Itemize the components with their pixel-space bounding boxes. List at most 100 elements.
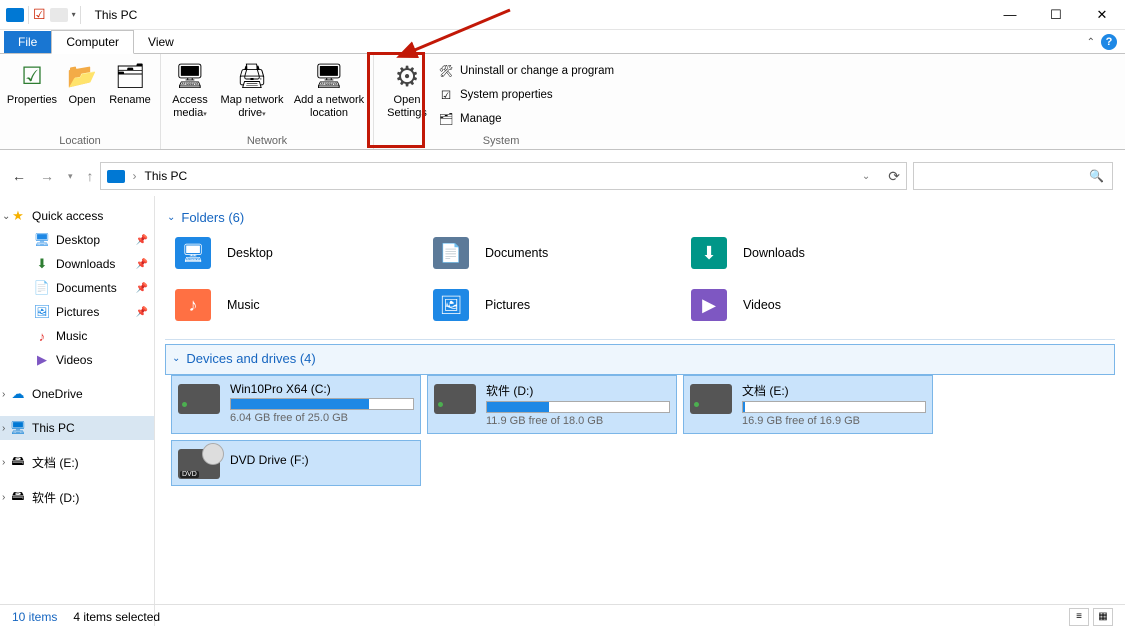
drive-icon: 🖴 <box>10 490 26 506</box>
desktop-icon: 🖥 <box>34 232 50 248</box>
nav-back-button[interactable]: ← <box>12 168 26 184</box>
nav-up-button[interactable]: ↑ <box>87 168 94 184</box>
access-media-button[interactable]: Access media▾ <box>167 56 213 135</box>
open-label: Open <box>69 94 96 107</box>
uninstall-program-button[interactable]: 🛠 Uninstall or change a program <box>438 60 614 82</box>
drive-name: Win10Pro X64 (C:) <box>230 382 414 396</box>
address-dropdown-icon[interactable]: ⌄ <box>862 171 870 182</box>
system-properties-button[interactable]: ☑ System properties <box>438 84 614 106</box>
qat-dropdown-icon[interactable]: ▾ <box>72 10 76 19</box>
pc-icon: 🖥 <box>10 420 26 436</box>
drive-name: DVD Drive (F:) <box>230 453 414 467</box>
refresh-icon[interactable]: ⟳ <box>888 168 900 185</box>
nav-recent-dropdown[interactable]: ▾ <box>68 171 73 182</box>
tab-view[interactable]: View <box>134 31 188 53</box>
ribbon: Properties Open Rename Location Access m… <box>0 54 1125 150</box>
drive-item[interactable]: 软件 (D:) 11.9 GB free of 18.0 GB <box>427 375 677 434</box>
help-icon[interactable]: ? <box>1101 34 1117 50</box>
qat-folder-icon[interactable] <box>50 8 68 22</box>
section-folders-header[interactable]: ⌄ Folders (6) <box>165 204 1115 233</box>
address-bar[interactable]: › This PC ⌄ ⟳ <box>100 162 907 190</box>
group-network: Access media▾ Map network drive▾ Add a n… <box>161 54 374 149</box>
chevron-down-icon: ⌄ <box>167 212 175 223</box>
sidebar-videos[interactable]: ▶Videos <box>0 348 154 372</box>
folder-icon: 🖼 <box>433 289 469 321</box>
properties-button[interactable]: Properties <box>6 56 58 135</box>
nav-forward-button[interactable]: → <box>40 168 54 184</box>
properties-icon <box>16 60 48 92</box>
add-network-location-button[interactable]: Add a network location <box>291 56 367 135</box>
sidebar-downloads[interactable]: ⬇Downloads📌 <box>0 252 154 276</box>
drive-icon <box>434 384 476 414</box>
rename-button[interactable]: Rename <box>106 56 154 135</box>
folder-item[interactable]: ▶Videos <box>687 285 937 325</box>
folder-item[interactable]: 🖥Desktop <box>171 233 421 273</box>
open-button[interactable]: Open <box>62 56 102 135</box>
chevron-right-icon[interactable]: › <box>2 423 12 434</box>
sidebar-pictures[interactable]: 🖼Pictures📌 <box>0 300 154 324</box>
main-area: ⌄ ★ Quick access 🖥Desktop📌 ⬇Downloads📌 📄… <box>0 196 1125 626</box>
search-input[interactable]: 🔍 <box>913 162 1113 190</box>
folder-icon: ♪ <box>175 289 211 321</box>
drive-usage-bar <box>230 398 414 410</box>
sidebar-music[interactable]: ♪Music <box>0 324 154 348</box>
access-media-icon <box>174 60 206 92</box>
chevron-right-icon[interactable]: › <box>2 457 12 468</box>
tab-computer[interactable]: Computer <box>51 30 134 54</box>
folder-name: Videos <box>743 298 781 312</box>
view-details-button[interactable]: ≡ <box>1069 608 1089 626</box>
maximize-button[interactable]: ☐ <box>1033 0 1079 30</box>
drive-item[interactable]: 文档 (E:) 16.9 GB free of 16.9 GB <box>683 375 933 434</box>
sidebar-quick-access[interactable]: ⌄ ★ Quick access <box>0 204 154 228</box>
collapse-ribbon-icon[interactable]: ⌃ <box>1087 37 1095 48</box>
sidebar-drive-e[interactable]: ›🖴文档 (E:) <box>0 450 154 475</box>
drive-item[interactable]: DVD DVD Drive (F:) <box>171 440 421 486</box>
group-system-label: System <box>380 135 622 149</box>
sidebar-quick-access-label: Quick access <box>32 209 103 223</box>
rename-label: Rename <box>109 94 151 107</box>
properties-label: Properties <box>7 94 57 107</box>
videos-icon: ▶ <box>34 352 50 368</box>
window-title: This PC <box>95 8 138 22</box>
status-bar: 10 items 4 items selected ≡ ▦ <box>0 604 1125 628</box>
folder-item[interactable]: ⬇ Downloads <box>687 233 937 273</box>
qat-properties-icon[interactable]: ☑ <box>33 6 46 23</box>
quick-access-toolbar: ☑ ▾ <box>0 6 87 24</box>
section-folders-label: Folders (6) <box>181 210 244 225</box>
breadcrumb[interactable]: This PC <box>145 169 188 183</box>
minimize-button[interactable]: — <box>987 0 1033 30</box>
add-network-location-icon <box>313 60 345 92</box>
tab-file[interactable]: File <box>4 31 51 53</box>
map-network-drive-button[interactable]: Map network drive▾ <box>217 56 287 135</box>
folder-name: Downloads <box>743 246 805 260</box>
drive-item[interactable]: Win10Pro X64 (C:) 6.04 GB free of 25.0 G… <box>171 375 421 434</box>
sidebar-onedrive[interactable]: ›☁OneDrive <box>0 382 154 406</box>
app-icon[interactable] <box>6 8 24 22</box>
close-button[interactable]: ✕ <box>1079 0 1125 30</box>
folder-item[interactable]: 📄Documents <box>429 233 679 273</box>
folder-item[interactable]: 🖼Pictures <box>429 285 679 325</box>
group-location-label: Location <box>6 135 154 149</box>
sidebar-drive-d[interactable]: ›🖴软件 (D:) <box>0 485 154 510</box>
chevron-down-icon[interactable]: ⌄ <box>2 211 12 222</box>
sidebar-desktop[interactable]: 🖥Desktop📌 <box>0 228 154 252</box>
manage-button[interactable]: 🗂 Manage <box>438 108 614 130</box>
drive-free-label: 16.9 GB free of 16.9 GB <box>742 415 926 427</box>
pin-icon: 📌 <box>136 259 148 270</box>
onedrive-icon: ☁ <box>10 386 26 402</box>
folder-name: Desktop <box>227 246 273 260</box>
chevron-right-icon[interactable]: › <box>2 492 12 503</box>
section-drives-header[interactable]: ⌄ Devices and drives (4) <box>165 344 1115 375</box>
pictures-icon: 🖼 <box>34 304 50 320</box>
drive-usage-bar <box>486 401 670 413</box>
manage-label: Manage <box>460 113 502 125</box>
uninstall-icon: 🛠 <box>438 63 454 79</box>
view-large-icons-button[interactable]: ▦ <box>1093 608 1113 626</box>
folder-icon: 📄 <box>433 237 469 269</box>
sidebar-this-pc[interactable]: ›🖥This PC <box>0 416 154 440</box>
sidebar-documents[interactable]: 📄Documents📌 <box>0 276 154 300</box>
folder-item[interactable]: ♪Music <box>171 285 421 325</box>
folder-icon: ⬇ <box>691 237 727 269</box>
chevron-right-icon[interactable]: › <box>2 389 12 400</box>
open-settings-button[interactable]: Open Settings <box>380 56 434 135</box>
